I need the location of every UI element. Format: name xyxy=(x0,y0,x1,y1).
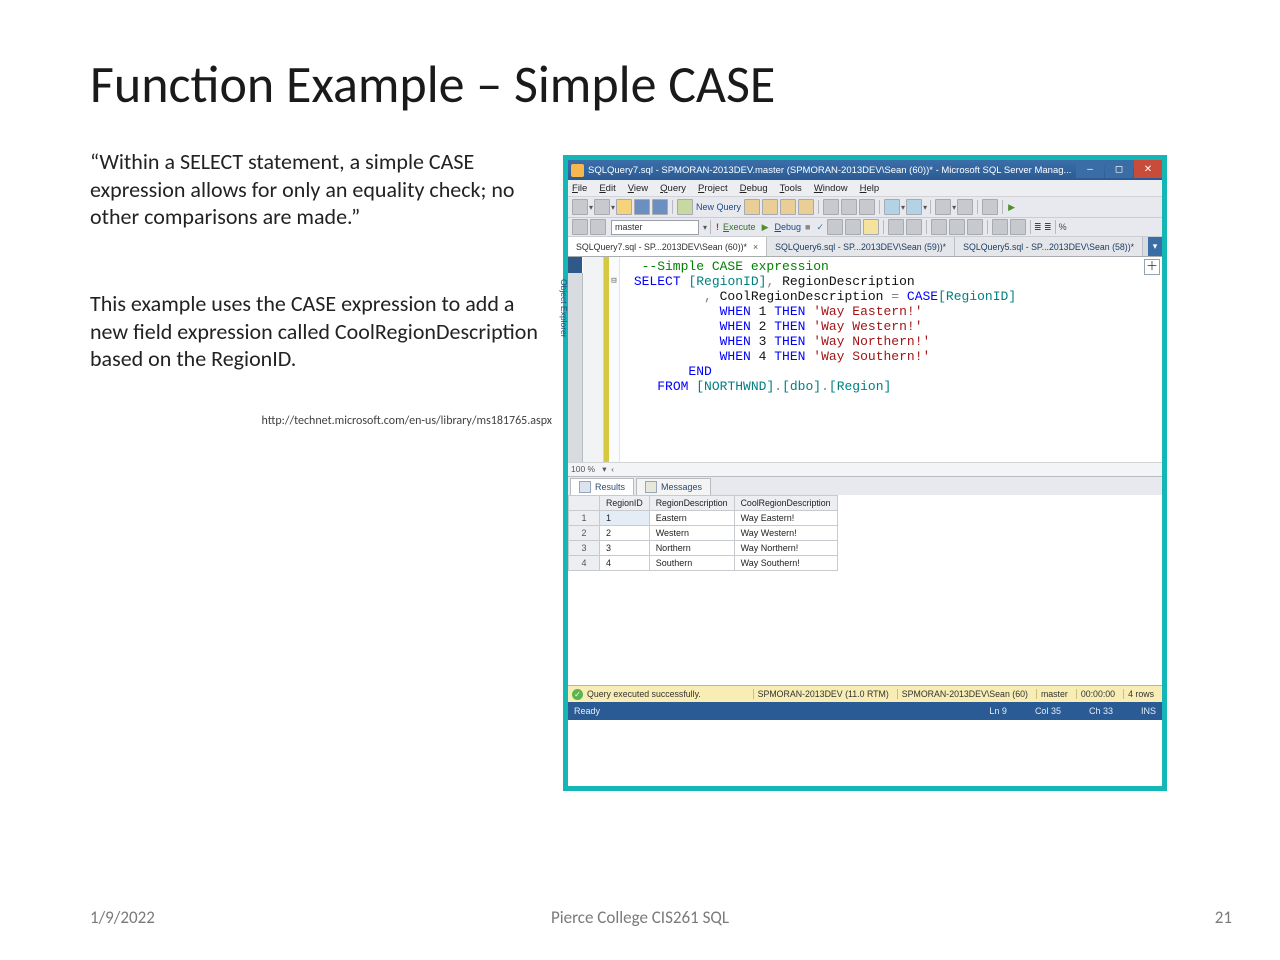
toolbar-icon[interactable] xyxy=(931,219,947,235)
toolbar-icon[interactable] xyxy=(967,219,983,235)
slide-quote: “Within a SELECT statement, a simple CAS… xyxy=(90,148,522,231)
new-query-icon[interactable] xyxy=(677,199,693,215)
toolbar-icon[interactable] xyxy=(957,199,973,215)
query-status-text: Query executed successfully. xyxy=(587,689,701,699)
debug-button[interactable]: Debug xyxy=(774,222,801,232)
toolbar-icon[interactable] xyxy=(744,199,760,215)
editor-tab[interactable]: SQLQuery7.sql - SP...2013DEV\Sean (60))*… xyxy=(568,237,767,256)
maximize-button[interactable]: ◻ xyxy=(1105,160,1133,178)
toolbar-icon[interactable] xyxy=(780,199,796,215)
new-query-button[interactable]: New Query xyxy=(696,202,741,212)
messages-tab[interactable]: Messages xyxy=(636,478,711,495)
toolbar-icon[interactable] xyxy=(992,219,1008,235)
split-editor-icon[interactable]: ＋ xyxy=(1144,259,1160,275)
menu-view[interactable]: View xyxy=(628,183,648,194)
close-tab-icon[interactable]: × xyxy=(753,242,758,252)
toolbar-icon[interactable] xyxy=(1010,219,1026,235)
success-icon: ✓ xyxy=(572,689,583,700)
footer-center: Pierce College CIS261 SQL xyxy=(0,907,1280,928)
results-tab[interactable]: Results xyxy=(570,478,634,495)
grid-icon xyxy=(579,481,591,493)
toolbar-icon[interactable] xyxy=(949,219,965,235)
open-icon[interactable] xyxy=(616,199,632,215)
menu-tools[interactable]: Tools xyxy=(780,183,802,194)
toolbar-icon[interactable] xyxy=(845,219,861,235)
editor-tab[interactable]: SQLQuery6.sql - SP...2013DEV\Sean (59))* xyxy=(767,237,955,256)
slide-description: This example uses the CASE expression to… xyxy=(90,290,550,373)
app-icon xyxy=(571,164,584,177)
ssms-window: SQLQuery7.sql - SPMORAN-2013DEV.master (… xyxy=(563,155,1167,791)
execute-button[interactable]: Execute xyxy=(723,222,756,232)
toolbar-icon[interactable] xyxy=(572,219,588,235)
undo-icon[interactable] xyxy=(884,199,900,215)
toolbar-icon[interactable] xyxy=(827,219,843,235)
results-tabstrip: Results Messages xyxy=(568,476,1162,495)
minimize-button[interactable]: – xyxy=(1076,160,1104,178)
menu-file[interactable]: File xyxy=(572,183,587,194)
editor-tab[interactable]: SQLQuery5.sql - SP...2013DEV\Sean (58))* xyxy=(955,237,1143,256)
menu-query[interactable]: Query xyxy=(660,183,686,194)
status-ready: Ready xyxy=(574,706,600,716)
query-status-bar: ✓ Query executed successfully. SPMORAN-2… xyxy=(568,685,1162,702)
tabstrip-menu-icon[interactable]: ▾ xyxy=(1148,237,1162,256)
close-button[interactable]: ✕ xyxy=(1134,160,1162,178)
toolbar-icon[interactable] xyxy=(888,219,904,235)
object-explorer-tab[interactable]: Object Explorer xyxy=(568,273,583,462)
copy-icon[interactable] xyxy=(841,199,857,215)
toolbar-icon[interactable] xyxy=(572,199,588,215)
menu-help[interactable]: Help xyxy=(860,183,880,194)
redo-icon[interactable] xyxy=(906,199,922,215)
status-line: Ln 9 xyxy=(989,706,1007,716)
toolbar-icon[interactable] xyxy=(982,199,998,215)
menu-edit[interactable]: Edit xyxy=(599,183,615,194)
messages-icon xyxy=(645,481,657,493)
toolbar-icon[interactable] xyxy=(762,199,778,215)
toolbar-icon[interactable] xyxy=(590,219,606,235)
save-icon[interactable] xyxy=(634,199,650,215)
toolbar-icon[interactable] xyxy=(863,219,879,235)
toolbar-sql: master ▾ ! Execute ▶ Debug ■ ✓ ≣ ≣ xyxy=(568,218,1162,237)
menu-project[interactable]: Project xyxy=(698,183,728,194)
cut-icon[interactable] xyxy=(823,199,839,215)
status-col: Col 35 xyxy=(1035,706,1061,716)
status-ins: INS xyxy=(1141,706,1156,716)
sidebar-pin-icon[interactable] xyxy=(568,257,582,273)
window-title-text: SQLQuery7.sql - SPMORAN-2013DEV.master (… xyxy=(588,165,1071,176)
toolbar-icon[interactable] xyxy=(798,199,814,215)
toolbar-main: ▾ ▾ New Query ▾ ▾ ▾ xyxy=(568,196,1162,218)
menu-bar: File Edit View Query Project Debug Tools… xyxy=(568,180,1162,196)
status-ch: Ch 33 xyxy=(1089,706,1113,716)
editor-tabstrip: SQLQuery7.sql - SP...2013DEV\Sean (60))*… xyxy=(568,237,1162,257)
sql-editor[interactable]: ⊟ --Simple CASE expression SELECT [Regio… xyxy=(583,257,1162,462)
slide-title: Function Example – Simple CASE xyxy=(90,52,775,116)
database-selector[interactable]: master xyxy=(611,220,699,235)
toolbar-icon[interactable] xyxy=(906,219,922,235)
menu-debug[interactable]: Debug xyxy=(740,183,768,194)
paste-icon[interactable] xyxy=(859,199,875,215)
editor-status-bar: Ready Ln 9 Col 35 Ch 33 INS xyxy=(568,702,1162,720)
toolbar-icon[interactable] xyxy=(935,199,951,215)
menu-window[interactable]: Window xyxy=(814,183,848,194)
footer-page-number: 21 xyxy=(1215,907,1232,928)
toolbar-icon[interactable] xyxy=(594,199,610,215)
results-grid[interactable]: RegionIDRegionDescriptionCoolRegionDescr… xyxy=(568,495,1162,685)
zoom-indicator[interactable]: 100 % ▾ ‹ xyxy=(568,462,1162,476)
citation-link: http://technet.microsoft.com/en-us/libra… xyxy=(90,414,552,428)
save-all-icon[interactable] xyxy=(652,199,668,215)
window-titlebar[interactable]: SQLQuery7.sql - SPMORAN-2013DEV.master (… xyxy=(568,160,1162,180)
